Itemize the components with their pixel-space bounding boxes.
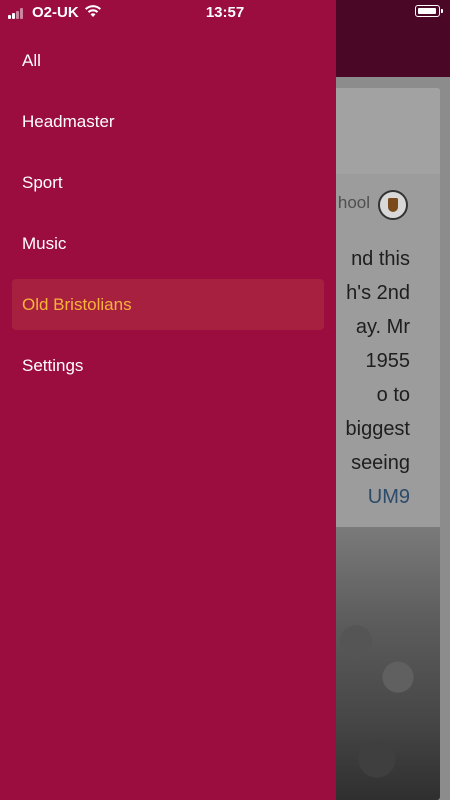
navigation-drawer: All Headmaster Sport Music Old Bristolia…	[0, 0, 336, 800]
drawer-item-old-bristolians[interactable]: Old Bristolians	[12, 279, 324, 330]
app-screen: hool nd this h's 2nd ay. Mr 1955 o to bi…	[0, 0, 450, 800]
school-crest-icon	[378, 190, 408, 220]
drawer-item-label: Settings	[22, 355, 84, 375]
drawer-item-label: Headmaster	[22, 111, 115, 131]
drawer-item-all[interactable]: All	[12, 30, 324, 91]
drawer-item-label: Music	[22, 233, 67, 253]
drawer-menu: All Headmaster Sport Music Old Bristolia…	[0, 30, 336, 396]
drawer-item-music[interactable]: Music	[12, 213, 324, 274]
drawer-item-label: Sport	[22, 172, 63, 192]
drawer-item-label: All	[22, 50, 41, 70]
drawer-item-sport[interactable]: Sport	[12, 152, 324, 213]
drawer-item-headmaster[interactable]: Headmaster	[12, 91, 324, 152]
drawer-item-label: Old Bristolians	[22, 294, 132, 314]
status-bar: O2-UK 13:57	[0, 0, 450, 26]
battery-icon	[415, 5, 443, 17]
status-time: 13:57	[205, 4, 245, 21]
drawer-item-settings[interactable]: Settings	[12, 335, 324, 396]
